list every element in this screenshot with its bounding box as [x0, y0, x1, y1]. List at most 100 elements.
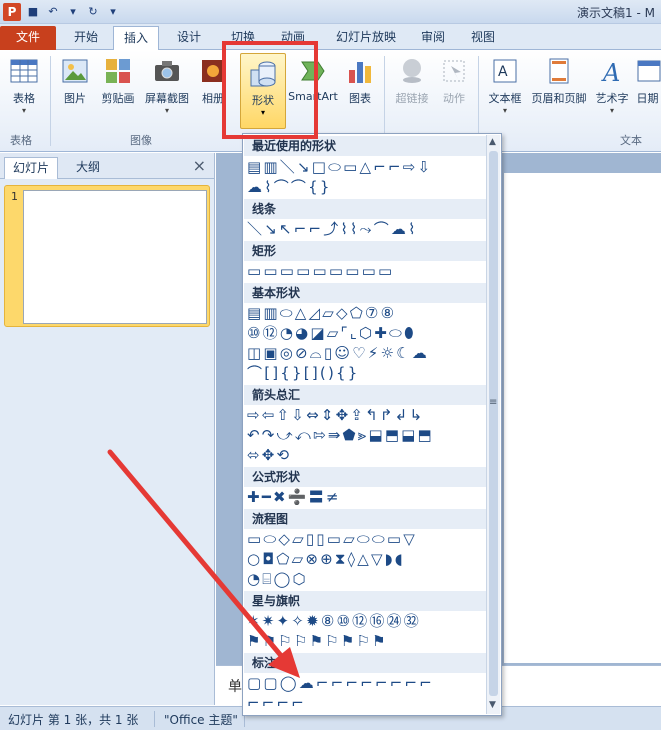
chevron-down-icon: ▾: [164, 106, 169, 115]
shape-row[interactable]: ◫▣◎⊘⌓▯☺♡⚡☼☾☁: [247, 343, 487, 363]
gallery-scrollbar[interactable]: ▲ ≡ ▼: [486, 135, 500, 714]
tab-file[interactable]: 文件: [0, 26, 56, 50]
hyperlink-icon: [403, 59, 421, 83]
category-recent: 最近使用的形状: [244, 136, 487, 156]
action-label: 动作: [443, 92, 465, 105]
header-footer-button[interactable]: 页眉和页脚: [528, 52, 590, 130]
category-equation: 公式形状: [244, 467, 487, 487]
shape-row[interactable]: ▭▭▭▭▭▭▭▭▭: [247, 261, 487, 281]
shape-row[interactable]: ⬄✥⟲: [247, 445, 487, 465]
group-label-tables: 表格: [10, 134, 32, 147]
group-label-text: 文本: [620, 134, 642, 147]
shape-row[interactable]: ✚━✖➗〓≠: [247, 487, 487, 507]
scroll-thumb[interactable]: [489, 151, 498, 696]
shape-row[interactable]: ＼↘↖⌐⌐⤴⌇⌇⤳⌒☁⌇: [247, 219, 487, 239]
clipart-label: 剪贴画: [101, 92, 135, 105]
close-icon[interactable]: ×: [193, 156, 206, 175]
shapes-gallery: 最近使用的形状 ▤▥＼↘□⬭▭△⌐⌐⇨⇩ ☁⌇⌒⌒{} 线条 ＼↘↖⌐⌐⤴⌇⌇⤳…: [242, 133, 502, 716]
undo-icon[interactable]: ↶: [45, 4, 61, 20]
tab-outline[interactable]: 大纲: [68, 157, 108, 179]
redo-icon[interactable]: ↻: [85, 4, 101, 20]
screenshot-label: 屏幕截图: [145, 92, 189, 105]
ribbon-tabs: 文件 开始 插入 设计 切换 动画 幻灯片放映 审阅 视图: [0, 24, 661, 50]
category-callouts: 标注: [244, 653, 487, 673]
datetime-button[interactable]: 日期: [634, 52, 661, 130]
scroll-down-icon[interactable]: ▼: [489, 700, 496, 710]
tab-insert[interactable]: 插入: [113, 26, 159, 50]
shape-row[interactable]: ○◘⬠▱⊗⊕⧗◊△▽◗◖: [247, 549, 487, 569]
shape-row[interactable]: ▭⬭◇▱▯▯▭▱⬭⬭▭▽: [247, 529, 487, 549]
shape-row[interactable]: ▢▢◯☁⌐⌐⌐⌐⌐⌐⌐⌐: [247, 673, 487, 693]
shape-row[interactable]: ⇨⇦⇧⇩⇔⇕✥⇪↰↱↲↳: [247, 405, 487, 425]
header-footer-label: 页眉和页脚: [531, 92, 587, 105]
undo-dropdown-icon[interactable]: ▾: [65, 4, 81, 20]
slide-number: 1: [11, 190, 18, 203]
tab-review[interactable]: 审阅: [412, 26, 454, 50]
shape-row[interactable]: ☁⌇⌒⌒{}: [247, 177, 487, 197]
svg-text:A: A: [601, 59, 620, 86]
window-title: 演示文稿1 - M: [577, 6, 655, 20]
wordart-icon: A: [601, 59, 620, 86]
clipart-button[interactable]: 剪贴画: [96, 52, 140, 130]
textbox-label: 文本框: [488, 92, 522, 105]
table-label: 表格: [13, 92, 35, 105]
group-label-images: 图像: [130, 134, 152, 147]
scroll-up-icon[interactable]: ▲: [489, 137, 496, 147]
datetime-label: 日期: [636, 92, 659, 105]
category-stars-banners: 星与旗帜: [244, 591, 487, 611]
chart-icon: [349, 62, 371, 83]
action-button[interactable]: 动作: [436, 52, 472, 130]
tab-slideshow[interactable]: 幻灯片放映: [326, 26, 406, 50]
wordart-label: 艺术字: [595, 92, 629, 105]
chart-label: 图表: [349, 92, 371, 105]
shape-row[interactable]: ↶↷⤻⤺⇰⇛⬟⪢⬓⬒⬓⬒: [247, 425, 487, 445]
chevron-down-icon: ▾: [21, 106, 26, 115]
notes-placeholder: 单: [228, 679, 242, 695]
slide-canvas[interactable]: [504, 173, 661, 663]
shape-row[interactable]: ▤▥＼↘□⬭▭△⌐⌐⇨⇩: [247, 157, 487, 177]
save-icon[interactable]: ■: [25, 4, 41, 20]
highlight-box: [222, 41, 318, 139]
panel-tabs: 幻灯片 大纲 ×: [0, 153, 214, 179]
category-flowchart: 流程图: [244, 509, 487, 529]
shape-row[interactable]: ◔⌸◯⬡: [247, 569, 487, 589]
tab-slides[interactable]: 幻灯片: [4, 157, 59, 179]
category-lines: 线条: [244, 199, 487, 219]
action-icon: [443, 60, 465, 82]
textbox-icon: A: [493, 59, 517, 83]
shape-row[interactable]: ⌒[]{}[](){}: [247, 363, 487, 383]
camera-icon: [155, 61, 179, 81]
svg-text:A: A: [498, 64, 508, 80]
tab-home[interactable]: 开始: [66, 26, 106, 50]
textbox-button[interactable]: A 文本框 ▾: [484, 52, 526, 130]
shape-row[interactable]: ✶✷✦✧✹⑧⑩⑫⑯㉔㉜: [247, 611, 487, 631]
group-divider: [50, 56, 51, 146]
slides-panel: 幻灯片 大纲 × 1: [0, 153, 215, 705]
picture-icon: [62, 59, 88, 83]
chart-button[interactable]: 图表: [342, 52, 378, 130]
screenshot-button[interactable]: 屏幕截图 ▾: [140, 52, 194, 130]
slide-thumbnail[interactable]: [23, 190, 207, 324]
slide-thumbnail-selected[interactable]: 1: [4, 185, 210, 327]
hyperlink-label: 超链接: [395, 92, 429, 105]
shape-row[interactable]: ⌐⌐⌐⌐: [247, 693, 487, 713]
picture-label: 图片: [64, 92, 86, 105]
picture-button[interactable]: 图片: [56, 52, 94, 130]
tab-view[interactable]: 视图: [462, 26, 504, 50]
shape-row[interactable]: ⑩⑫◔◕◪▱⌜⌞⬡✚⬭⬮: [247, 323, 487, 343]
wordart-button[interactable]: A 艺术字 ▾: [592, 52, 632, 130]
hyperlink-button[interactable]: 超链接: [390, 52, 434, 130]
header-footer-icon: [549, 58, 569, 84]
table-icon: [10, 59, 38, 83]
category-basic-shapes: 基本形状: [244, 283, 487, 303]
table-button[interactable]: 表格 ▾: [4, 52, 44, 130]
customize-qat-icon[interactable]: ▾: [105, 4, 121, 20]
theme-status[interactable]: "Office 主题": [164, 711, 238, 728]
shape-row[interactable]: ▤▥⬭△◿▱◇⬠⑦⑧: [247, 303, 487, 323]
chevron-down-icon: ▾: [502, 106, 507, 115]
calendar-icon: [637, 60, 661, 82]
tab-design[interactable]: 设计: [168, 26, 210, 50]
powerpoint-logo-icon: P: [3, 2, 21, 21]
clipart-icon: [106, 59, 130, 83]
shape-row[interactable]: ⚑⚑⚐⚐⚑⚐⚑⚐⚑: [247, 631, 487, 651]
